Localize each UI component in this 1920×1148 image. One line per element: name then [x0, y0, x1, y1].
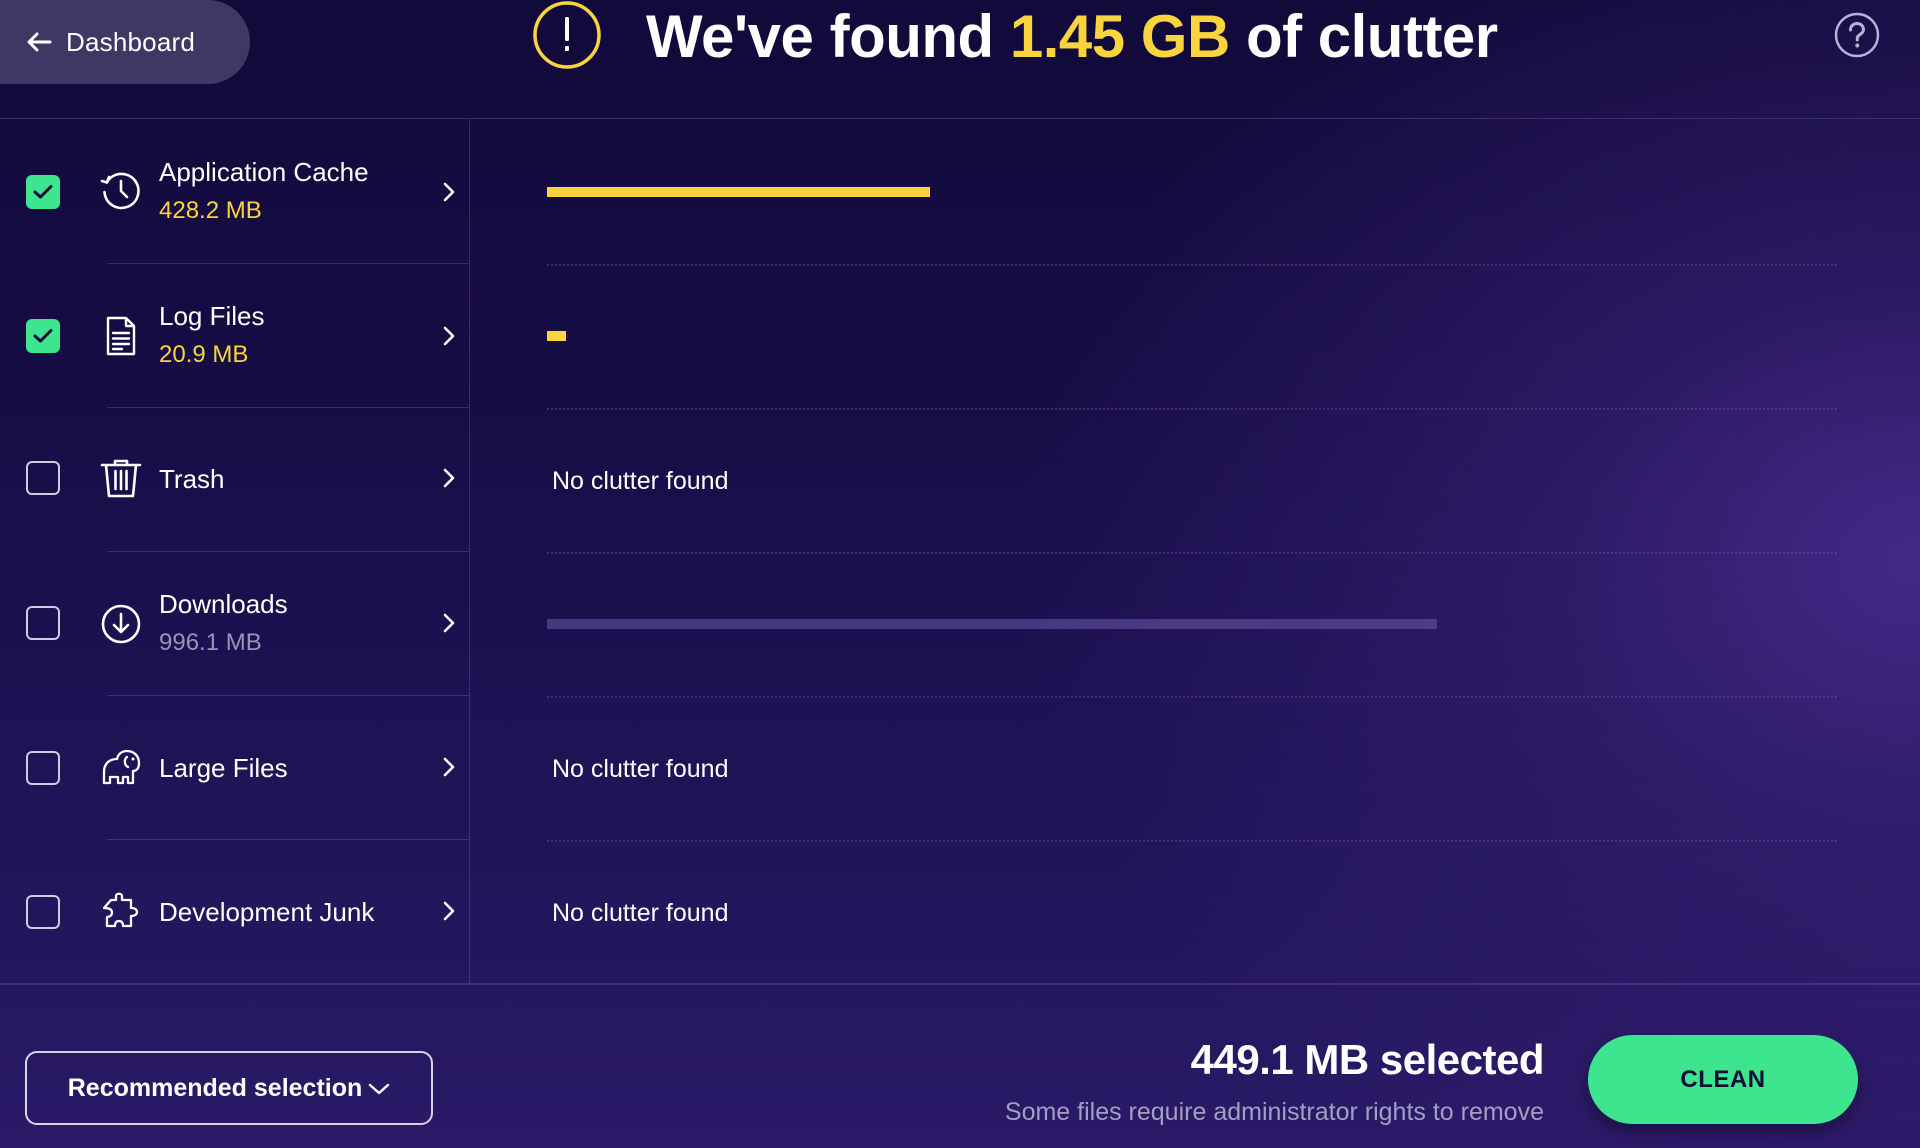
- admin-rights-note: Some files require administrator rights …: [1004, 1098, 1544, 1126]
- chevron-right-icon[interactable]: [441, 325, 457, 347]
- chevron-right-icon[interactable]: [441, 900, 457, 922]
- category-row-log-files[interactable]: Log Files 20.9 MB: [0, 264, 469, 408]
- header-divider: [0, 118, 1920, 119]
- category-row-downloads[interactable]: Downloads 996.1 MB: [0, 552, 469, 696]
- elephant-icon: [102, 749, 141, 785]
- chevron-right-icon[interactable]: [441, 467, 457, 489]
- clean-button-label: CLEAN: [1680, 1065, 1766, 1093]
- category-checkbox[interactable]: [26, 319, 60, 353]
- category-size: 20.9 MB: [159, 341, 249, 368]
- category-row-development-junk[interactable]: Development Junk: [0, 840, 469, 984]
- content-divider: [547, 552, 1837, 554]
- content-divider: [547, 840, 1837, 842]
- exclamation-circle-icon: [533, 1, 601, 69]
- sidebar-divider: [469, 119, 470, 984]
- title-amount: 1.45 GB: [1009, 3, 1230, 70]
- chevron-down-icon: [369, 1083, 390, 1095]
- content-divider: [547, 696, 1837, 698]
- content-divider: [547, 264, 1837, 266]
- history-clock-icon: [100, 172, 140, 210]
- category-name: Downloads: [159, 589, 288, 619]
- category-row-trash[interactable]: Trash: [0, 408, 469, 552]
- category-row-application-cache[interactable]: Application Cache 428.2 MB: [0, 120, 469, 264]
- checkmark-icon: [33, 329, 53, 343]
- document-icon: [106, 316, 136, 356]
- category-name: Trash: [159, 464, 225, 494]
- status-no-clutter-trash: No clutter found: [552, 467, 729, 495]
- clean-button[interactable]: CLEAN: [1588, 1035, 1858, 1124]
- checkmark-icon: [33, 185, 53, 199]
- category-name: Development Junk: [159, 897, 375, 927]
- dropdown-label: Recommended selection: [67, 1073, 363, 1102]
- dashboard-back-label: Dashboard: [66, 26, 195, 57]
- category-checkbox[interactable]: [26, 461, 60, 495]
- download-circle-icon: [101, 604, 141, 644]
- arrow-left-icon: [27, 32, 52, 52]
- size-bar-log-files: [547, 331, 566, 341]
- category-name: Log Files: [159, 301, 265, 331]
- status-no-clutter-development-junk: No clutter found: [552, 899, 729, 927]
- status-no-clutter-large-files: No clutter found: [552, 755, 729, 783]
- selected-summary: 449.1 MB selected: [1190, 1036, 1545, 1083]
- size-bar-application-cache: [547, 187, 930, 197]
- content-divider: [547, 408, 1837, 410]
- chevron-right-icon[interactable]: [441, 612, 457, 634]
- dashboard-back-button[interactable]: Dashboard: [0, 0, 250, 84]
- category-size: 996.1 MB: [159, 629, 262, 656]
- recommended-selection-dropdown[interactable]: Recommended selection: [25, 1051, 433, 1125]
- category-checkbox[interactable]: [26, 751, 60, 785]
- category-name: Application Cache: [159, 157, 369, 187]
- category-checkbox[interactable]: [26, 606, 60, 640]
- category-size: 428.2 MB: [159, 197, 262, 224]
- footer-divider: [0, 983, 1920, 985]
- page-title: We've found 1.45 GB of clutter: [646, 2, 1498, 72]
- category-checkbox[interactable]: [26, 895, 60, 929]
- category-checkbox[interactable]: [26, 175, 60, 209]
- puzzle-icon: [102, 892, 139, 928]
- trash-icon: [100, 459, 142, 498]
- title-suffix: of clutter: [1229, 3, 1498, 70]
- size-bar-downloads: [547, 619, 1437, 629]
- chevron-right-icon[interactable]: [441, 181, 457, 203]
- question-circle-icon[interactable]: [1833, 11, 1881, 59]
- category-row-large-files[interactable]: Large Files: [0, 696, 469, 840]
- title-prefix: We've found: [646, 3, 1010, 70]
- chevron-right-icon[interactable]: [441, 756, 457, 778]
- category-name: Large Files: [159, 753, 288, 783]
